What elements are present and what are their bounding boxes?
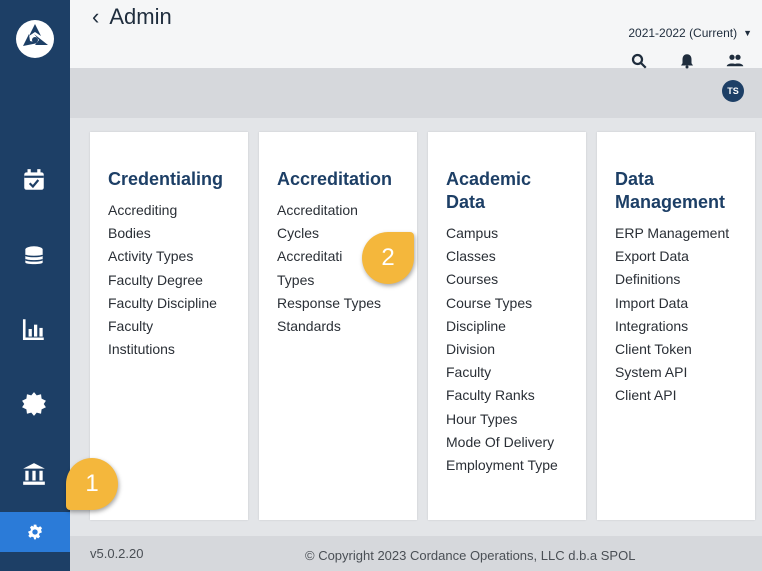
link-system-api[interactable]: System API [615, 361, 739, 384]
admin-content: Credentialing Accrediting Bodies Activit… [70, 118, 762, 536]
bar-chart-icon[interactable] [20, 315, 48, 343]
link-mode-of-delivery[interactable]: Mode Of Delivery [446, 431, 570, 454]
toolbar-bar [70, 68, 762, 118]
link-import-data[interactable]: Import Data [615, 292, 739, 315]
link-institutions[interactable]: Institutions [108, 338, 232, 361]
institution-icon[interactable] [20, 460, 48, 488]
card-links: ERP Management Export Data Definitions I… [615, 222, 739, 408]
badge-icon[interactable] [20, 390, 48, 418]
link-classes[interactable]: Classes [446, 245, 570, 268]
link-accrediting[interactable]: Accrediting [108, 199, 232, 222]
card-title: Academic Data [446, 168, 570, 214]
year-selector[interactable]: 2021-2022 (Current) ▼ [628, 26, 752, 40]
calendar-icon[interactable] [20, 166, 48, 194]
gear-icon [28, 524, 43, 540]
card-credentialing: Credentialing Accrediting Bodies Activit… [90, 132, 248, 520]
step-number: 2 [381, 244, 395, 271]
link-client-api[interactable]: Client API [615, 384, 739, 407]
year-selector-value: 2021-2022 (Current) [628, 26, 738, 40]
sidebar-footer [0, 552, 70, 571]
card-title-line1: Data [615, 169, 655, 189]
link-hour-types[interactable]: Hour Types [446, 408, 570, 431]
card-data-management: Data Management ERP Management Export Dat… [597, 132, 755, 520]
card-title-line2: Management [615, 192, 726, 212]
link-division[interactable]: Division [446, 338, 570, 361]
step-callout-2: 2 [362, 232, 414, 284]
sidebar [0, 0, 70, 571]
card-title: Credentialing [108, 169, 224, 189]
card-title-line2: Data [446, 192, 486, 212]
card-title-line1: Academic [446, 169, 532, 189]
card-links: Campus Classes Courses Course Types Disc… [446, 222, 570, 477]
link-faculty-discipline[interactable]: Faculty Discipline [108, 292, 232, 315]
search-icon[interactable] [630, 52, 648, 70]
page-footer: v5.0.2.20 © Copyright 2023 Cordance Oper… [70, 536, 762, 571]
link-course-types[interactable]: Course Types [446, 292, 570, 315]
step-callout-1: 1 [66, 458, 118, 510]
bell-icon[interactable] [678, 52, 696, 70]
link-faculty[interactable]: Faculty [446, 361, 570, 384]
link-bodies[interactable]: Bodies [108, 222, 232, 245]
link-accreditation[interactable]: Accreditation [277, 199, 401, 222]
link-employment-type[interactable]: Employment Type [446, 454, 570, 477]
header-actions [630, 52, 744, 70]
database-icon[interactable] [20, 242, 48, 270]
link-standards[interactable]: Standards [277, 315, 401, 338]
card-title: Data Management [615, 168, 739, 214]
link-client-token[interactable]: Client Token [615, 338, 739, 361]
app-logo-icon[interactable] [14, 18, 56, 60]
link-erp-management[interactable]: ERP Management [615, 222, 739, 245]
copyright-text: © Copyright 2023 Cordance Operations, LL… [305, 548, 636, 563]
chevron-left-icon: ‹ [92, 4, 100, 29]
link-export-data[interactable]: Export Data [615, 245, 739, 268]
users-icon[interactable] [726, 52, 744, 70]
link-definitions[interactable]: Definitions [615, 268, 739, 291]
card-accreditation: Accreditation Accreditation Cycles Accre… [259, 132, 417, 520]
link-faculty[interactable]: Faculty [108, 315, 232, 338]
card-links: Accrediting Bodies Activity Types Facult… [108, 199, 232, 361]
link-integrations[interactable]: Integrations [615, 315, 739, 338]
step-number: 1 [85, 470, 99, 497]
link-faculty-ranks[interactable]: Faculty Ranks [446, 384, 570, 407]
version-label: v5.0.2.20 [90, 546, 144, 561]
link-activity-types[interactable]: Activity Types [108, 245, 232, 268]
link-response-types[interactable]: Response Types [277, 292, 401, 315]
avatar[interactable]: TS [722, 80, 744, 102]
back-link[interactable]: ‹ Admin [92, 4, 172, 30]
link-faculty-degree[interactable]: Faculty Degree [108, 269, 232, 292]
card-academic-data: Academic Data Campus Classes Courses Cour… [428, 132, 586, 520]
caret-down-icon: ▼ [743, 28, 752, 38]
card-title: Accreditation [277, 169, 393, 189]
link-campus[interactable]: Campus [446, 222, 570, 245]
settings-nav-item[interactable] [0, 512, 70, 552]
link-courses[interactable]: Courses [446, 268, 570, 291]
link-discipline[interactable]: Discipline [446, 315, 570, 338]
page-title: Admin [109, 4, 172, 29]
